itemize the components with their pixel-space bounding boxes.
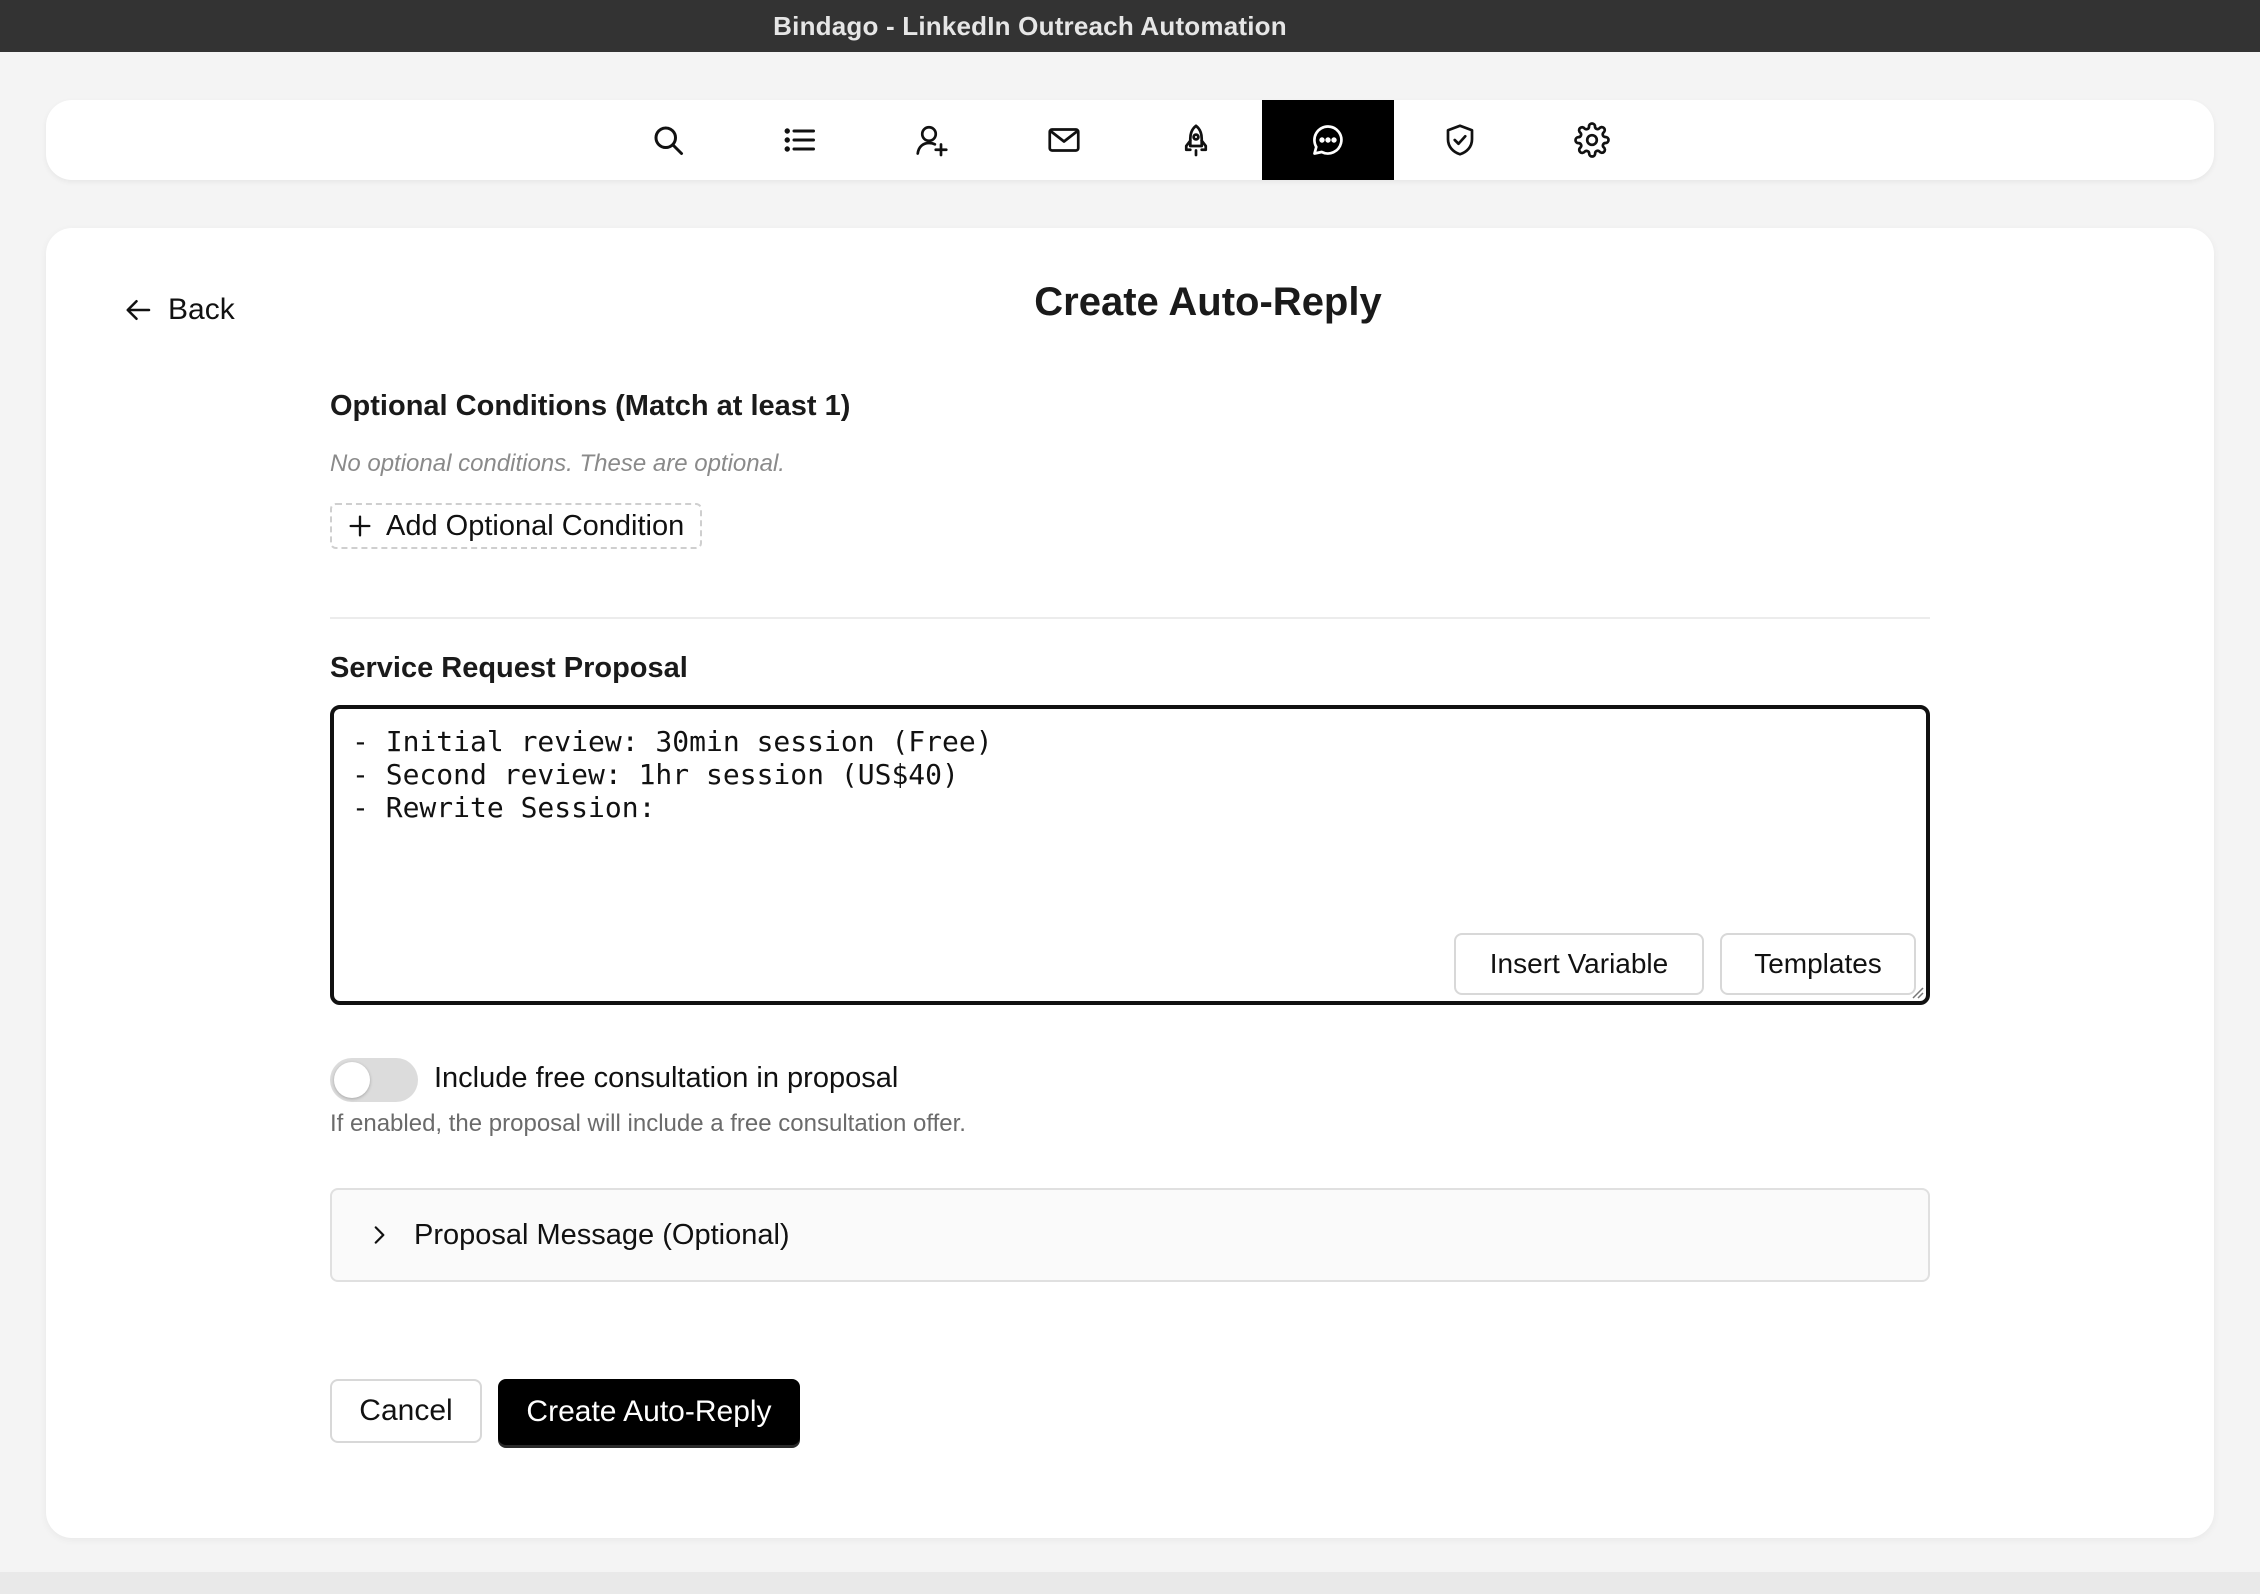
plus-icon xyxy=(349,515,371,537)
window-title: Bindago - LinkedIn Outreach Automation xyxy=(773,10,1287,41)
resize-handle-icon[interactable] xyxy=(1910,985,1924,999)
proposal-message-accordion[interactable]: Proposal Message (Optional) xyxy=(330,1188,1930,1282)
service-request-proposal-heading: Service Request Proposal xyxy=(330,652,688,684)
free-consultation-toggle[interactable] xyxy=(330,1058,418,1102)
gear-icon xyxy=(1574,122,1610,158)
window-bottom-edge xyxy=(0,1572,2260,1594)
free-consultation-help: If enabled, the proposal will include a … xyxy=(330,1110,966,1137)
chevron-right-icon xyxy=(374,1226,385,1244)
templates-button[interactable]: Templates xyxy=(1720,933,1916,995)
page-title: Create Auto-Reply xyxy=(1034,280,1382,324)
window-titlebar: Bindago - LinkedIn Outreach Automation xyxy=(0,0,2260,52)
create-auto-reply-button[interactable]: Create Auto-Reply xyxy=(498,1379,800,1445)
mail-icon xyxy=(1048,128,1080,152)
rocket-icon xyxy=(1184,124,1208,157)
nav-security[interactable] xyxy=(1394,100,1526,180)
nav-launch[interactable] xyxy=(1130,100,1262,180)
optional-conditions-heading: Optional Conditions (Match at least 1) xyxy=(330,390,851,422)
top-nav xyxy=(46,100,2214,180)
nav-auto-reply[interactable] xyxy=(1262,100,1394,180)
optional-conditions-empty: No optional conditions. These are option… xyxy=(330,450,785,477)
section-divider xyxy=(330,617,1930,619)
nav-mail[interactable] xyxy=(998,100,1130,180)
proposal-text[interactable]: - Initial review: 30min session (Free) -… xyxy=(352,725,1906,824)
chat-bubble-icon xyxy=(1313,125,1343,155)
nav-list[interactable] xyxy=(734,100,866,180)
user-add-icon xyxy=(916,125,948,157)
proposal-textarea[interactable]: - Initial review: 30min session (Free) -… xyxy=(330,705,1930,1005)
nav-add-user[interactable] xyxy=(866,100,998,180)
add-optional-condition-label: Add Optional Condition xyxy=(386,509,685,542)
proposal-message-label: Proposal Message (Optional) xyxy=(414,1218,790,1251)
search-icon xyxy=(654,126,683,155)
shield-check-icon xyxy=(1446,124,1474,156)
nav-search[interactable] xyxy=(602,100,734,180)
insert-variable-button[interactable]: Insert Variable xyxy=(1454,933,1704,995)
list-icon xyxy=(784,128,815,152)
free-consultation-label: Include free consultation in proposal xyxy=(434,1062,899,1094)
add-optional-condition-button[interactable]: Add Optional Condition xyxy=(330,503,702,549)
create-auto-reply-panel: Back Create Auto-Reply Optional Conditio… xyxy=(46,228,2214,1538)
nav-settings[interactable] xyxy=(1526,100,1658,180)
cancel-button[interactable]: Cancel xyxy=(330,1379,482,1443)
toggle-knob xyxy=(334,1062,370,1098)
